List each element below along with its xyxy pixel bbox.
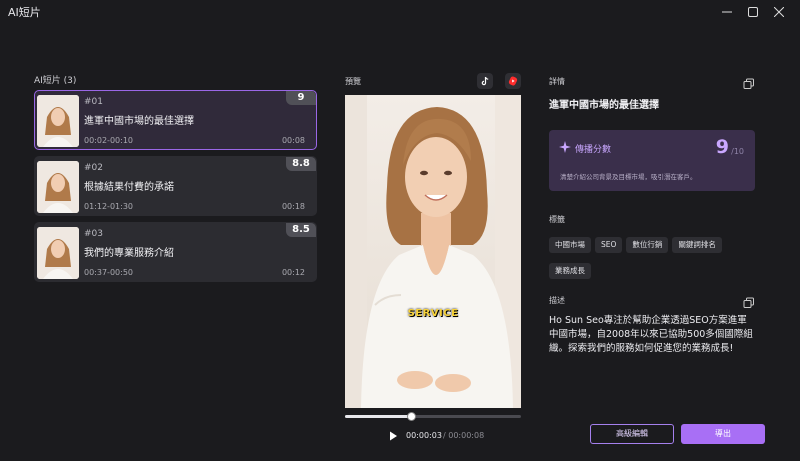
clip-item[interactable]: #02 根據結果付費的承諾 01:12-01:30 00:18 8.8 [34, 156, 317, 216]
clip-title: 進軍中國市場的最佳選擇 [84, 116, 194, 127]
clip-thumbnail [37, 227, 79, 279]
progress-fill [345, 415, 411, 418]
export-button[interactable]: 導出 [681, 424, 765, 444]
tags-heading: 標籤 [549, 215, 565, 224]
details-title: 進軍中國市場的最佳選擇 [549, 100, 659, 111]
preview-frame [345, 95, 521, 408]
clip-score-badge: 8.8 [286, 157, 316, 171]
description-text: Ho Sun Seo專注於幫助企業透過SEO方案進軍中國市場，自2008年以來已… [549, 315, 753, 354]
description-heading: 描述 [549, 296, 565, 305]
score-card: 傳播分數 9 /10 清楚介紹公司背景及目標市場，吸引潛在客戶。 [549, 130, 755, 191]
progress-handle[interactable] [407, 412, 416, 421]
clip-score-badge: 9 [286, 91, 316, 105]
title-bar: AI短片 [0, 0, 800, 24]
copy-icon [743, 297, 754, 308]
clip-title: 我們的專業服務介紹 [84, 248, 174, 259]
minimize-icon [722, 11, 732, 13]
tag[interactable]: SEO [595, 237, 623, 253]
video-caption: SERVICE [407, 308, 459, 319]
minimize-button[interactable] [714, 2, 740, 22]
score-max: /10 [731, 147, 744, 156]
clip-number: #02 [84, 163, 103, 173]
clip-time-range: 01:12-01:30 [84, 202, 133, 211]
score-value: 9 [715, 136, 729, 158]
tag[interactable]: 中國市場 [549, 237, 591, 253]
tag[interactable]: 業務成長 [549, 263, 591, 279]
clip-item[interactable]: #01 進軍中國市場的最佳選擇 00:02-00:10 00:08 9 [34, 90, 317, 150]
clip-item[interactable]: #03 我們的專業服務介紹 00:37-00:50 00:12 8.5 [34, 222, 317, 282]
clip-duration: 00:18 [281, 202, 305, 211]
maximize-button[interactable] [740, 2, 766, 22]
copy-icon [743, 78, 754, 89]
clip-time-range: 00:37-00:50 [84, 268, 133, 277]
score-label: 傳播分數 [575, 145, 612, 155]
playback-progress[interactable] [345, 412, 521, 421]
clip-duration: 00:08 [281, 136, 305, 145]
copy-title-button[interactable] [743, 75, 755, 89]
clip-title: 根據結果付費的承諾 [84, 182, 174, 193]
youtube-shorts-icon [508, 76, 518, 86]
advanced-edit-button[interactable]: 高級編輯 [590, 424, 674, 444]
close-button[interactable] [766, 2, 792, 22]
clip-duration: 00:12 [281, 268, 305, 277]
clip-time-range: 00:02-00:10 [84, 136, 133, 145]
sparkle-icon [559, 141, 571, 153]
current-time: 00:00:03 [406, 431, 442, 440]
details-heading: 詳情 [549, 77, 565, 86]
window-title: AI短片 [8, 6, 41, 19]
clip-score-badge: 8.5 [286, 223, 316, 237]
tag[interactable]: 關鍵詞排名 [672, 237, 722, 253]
clip-thumbnail [37, 161, 79, 213]
clip-list: #01 進軍中國市場的最佳選擇 00:02-00:10 00:08 9 #02 … [34, 90, 317, 288]
tag[interactable]: 數位行銷 [626, 237, 669, 253]
clip-thumbnail [37, 95, 79, 147]
total-time: / 00:00:08 [443, 431, 485, 440]
clip-number: #01 [84, 97, 103, 107]
maximize-icon [748, 7, 758, 17]
clip-number: #03 [84, 229, 103, 239]
video-preview[interactable]: SERVICE [345, 95, 521, 408]
close-icon [774, 7, 784, 17]
play-icon [390, 431, 397, 441]
copy-description-button[interactable] [743, 294, 755, 308]
preview-heading: 預覽 [345, 77, 361, 86]
play-button[interactable] [386, 428, 400, 442]
clips-heading: AI短片 (3) [34, 76, 77, 86]
shorts-button[interactable] [505, 73, 521, 89]
tiktok-button[interactable] [477, 73, 493, 89]
tiktok-icon [481, 76, 489, 86]
tag-list: 中國市場 SEO 數位行銷 關鍵詞排名業務成長 [549, 232, 759, 284]
score-description: 清楚介紹公司背景及目標市場，吸引潛在客戶。 [560, 173, 697, 181]
